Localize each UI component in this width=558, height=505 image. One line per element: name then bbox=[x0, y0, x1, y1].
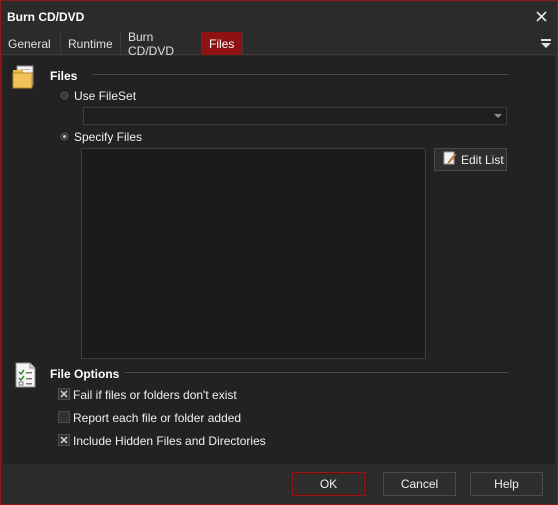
include-hidden-checkbox[interactable] bbox=[58, 434, 70, 446]
files-list[interactable] bbox=[81, 148, 426, 359]
radio-selected-dot bbox=[63, 135, 66, 138]
specify-files-radio[interactable] bbox=[59, 131, 70, 142]
report-each-file-label: Report each file or folder added bbox=[73, 411, 242, 425]
include-hidden-label: Include Hidden Files and Directories bbox=[73, 434, 266, 448]
title-bar[interactable]: Burn CD/DVD bbox=[1, 1, 557, 32]
use-fileset-label: Use FileSet bbox=[74, 89, 137, 103]
fileset-combo[interactable] bbox=[83, 107, 507, 125]
close-icon[interactable] bbox=[529, 5, 553, 27]
specify-files-label: Specify Files bbox=[74, 130, 143, 144]
tab-runtime[interactable]: Runtime bbox=[61, 32, 121, 55]
help-button[interactable]: Help bbox=[470, 472, 543, 496]
use-fileset-radio[interactable] bbox=[59, 90, 70, 101]
fail-if-missing-checkbox[interactable] bbox=[58, 388, 70, 400]
check-mark-icon bbox=[60, 390, 68, 398]
tab-menu-icon[interactable] bbox=[539, 36, 553, 50]
report-each-file-checkbox[interactable] bbox=[58, 411, 70, 423]
check-mark-icon bbox=[60, 436, 68, 444]
file-options-divider bbox=[125, 371, 509, 373]
files-tab-panel: Files Use FileSet Specify Files Edit Lis… bbox=[3, 56, 555, 464]
tab-burn-cd-dvd[interactable]: Burn CD/DVD bbox=[121, 29, 202, 58]
dialog-window: Burn CD/DVD General Runtime Burn CD/DVD … bbox=[0, 0, 558, 505]
cancel-button[interactable]: Cancel bbox=[383, 472, 456, 496]
edit-list-icon bbox=[443, 151, 457, 168]
ok-label: OK bbox=[319, 477, 338, 491]
chevron-down-icon[interactable] bbox=[490, 108, 506, 124]
edit-list-label: Edit List bbox=[461, 152, 504, 167]
edit-list-button[interactable]: Edit List bbox=[434, 148, 507, 171]
checklist-icon bbox=[14, 362, 38, 391]
tab-label: General bbox=[8, 36, 51, 51]
tab-files[interactable]: Files bbox=[202, 32, 243, 55]
dialog-footer: OK Cancel Help bbox=[1, 464, 557, 504]
help-label: Help bbox=[494, 477, 519, 491]
files-section-divider bbox=[93, 73, 509, 75]
tab-label: Files bbox=[209, 36, 235, 51]
files-section-title: Files bbox=[50, 69, 78, 83]
tab-general[interactable]: General bbox=[1, 32, 61, 55]
files-folder-icon bbox=[11, 64, 37, 93]
file-options-section-title: File Options bbox=[50, 367, 120, 381]
fail-if-missing-label: Fail if files or folders don't exist bbox=[73, 388, 237, 402]
window-title: Burn CD/DVD bbox=[7, 10, 85, 24]
ok-button[interactable]: OK bbox=[292, 472, 365, 496]
tab-label: Runtime bbox=[68, 36, 113, 51]
tab-bar: General Runtime Burn CD/DVD Files bbox=[1, 29, 557, 58]
tab-label: Burn CD/DVD bbox=[128, 29, 175, 58]
cancel-label: Cancel bbox=[400, 477, 439, 491]
